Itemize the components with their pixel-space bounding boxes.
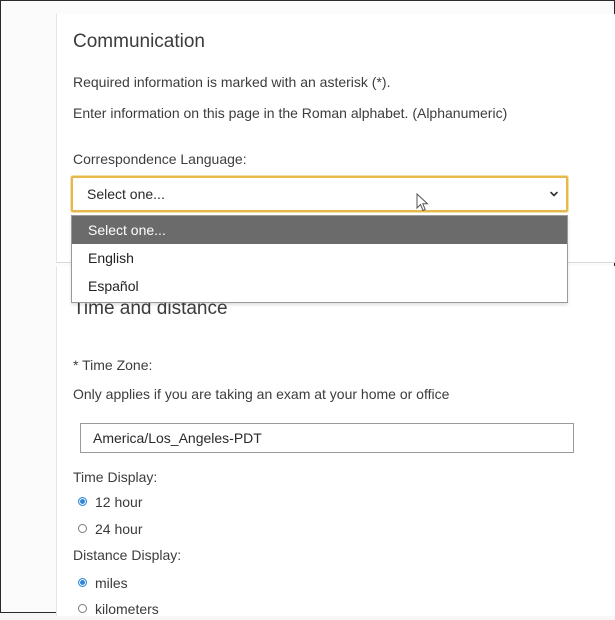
- radio-label: miles: [95, 575, 128, 591]
- alphabet-note: Enter information on this page in the Ro…: [73, 105, 508, 121]
- time-zone-note: Only applies if you are taking an exam a…: [73, 386, 450, 402]
- radio-label: 24 hour: [95, 521, 143, 537]
- dropdown-option-select-one[interactable]: Select one...: [72, 216, 567, 244]
- radio-label: kilometers: [95, 601, 159, 617]
- time-zone-input[interactable]: [81, 424, 573, 452]
- correspondence-language-label: Correspondence Language:: [73, 151, 247, 167]
- option-label: Español: [88, 278, 139, 294]
- radio-button[interactable]: [78, 604, 87, 613]
- radio-label: 12 hour: [95, 494, 143, 510]
- radio-button-checked[interactable]: [78, 497, 87, 506]
- time-display-label: Time Display:: [73, 469, 158, 485]
- option-label: Select one...: [88, 222, 166, 238]
- cursor-arrow-icon: [416, 193, 429, 212]
- time-zone-label: * Time Zone:: [73, 357, 153, 373]
- distance-display-label: Distance Display:: [73, 547, 182, 563]
- radio-button-checked[interactable]: [78, 578, 87, 587]
- language-dropdown-list: Select one... English Español: [71, 215, 568, 303]
- chevron-down-icon: [550, 191, 558, 197]
- communication-title: Communication: [73, 31, 205, 52]
- dropdown-option-espanol[interactable]: Español: [72, 272, 567, 300]
- correspondence-language-select[interactable]: Select one...: [71, 176, 568, 212]
- dropdown-option-english[interactable]: English: [72, 244, 567, 272]
- required-note: Required information is marked with an a…: [73, 74, 391, 90]
- time-zone-field[interactable]: [80, 423, 574, 453]
- option-label: English: [88, 250, 134, 266]
- select-value: Select one...: [87, 186, 165, 202]
- radio-button[interactable]: [78, 524, 87, 533]
